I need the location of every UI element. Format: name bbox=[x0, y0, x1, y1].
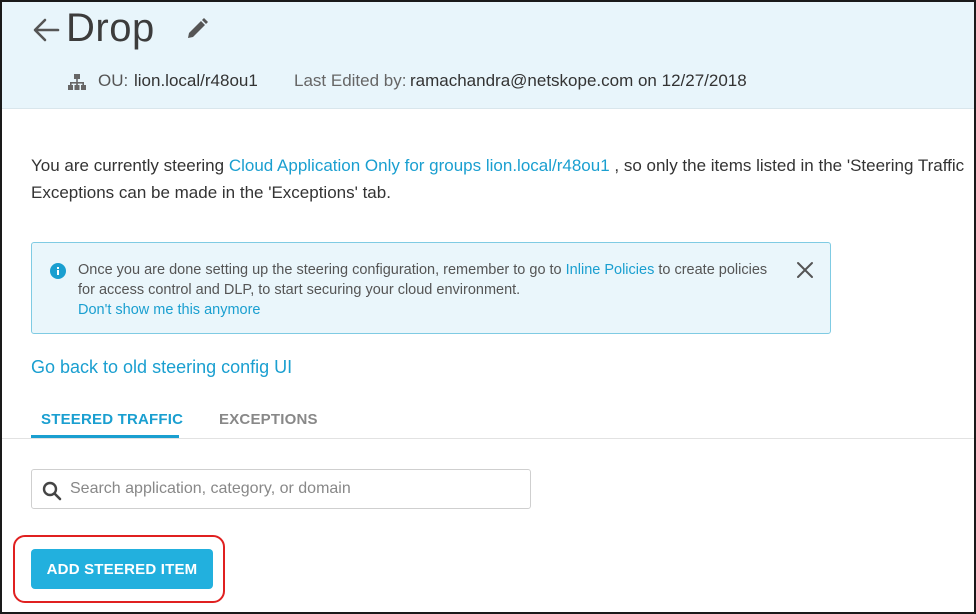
tab-steered-traffic[interactable]: STEERED TRAFFIC bbox=[41, 411, 183, 428]
add-steered-item-button[interactable]: ADD STEERED ITEM bbox=[31, 549, 213, 589]
info-banner: Once you are done setting up the steerin… bbox=[31, 242, 831, 334]
ou-value: lion.local/r48ou1 bbox=[134, 71, 258, 90]
old-steering-ui-link[interactable]: Go back to old steering config UI bbox=[31, 357, 292, 378]
intro-prefix: You are currently steering bbox=[31, 156, 229, 175]
pencil-icon[interactable] bbox=[184, 16, 210, 42]
search-box bbox=[31, 469, 531, 509]
last-edited-label: Last Edited by: bbox=[294, 71, 407, 90]
inline-policies-link[interactable]: Inline Policies bbox=[566, 262, 655, 278]
search-input[interactable] bbox=[70, 470, 520, 508]
dismiss-link[interactable]: Don't show me this anymore bbox=[78, 300, 767, 320]
tab-exceptions[interactable]: EXCEPTIONS bbox=[219, 411, 318, 428]
info-icon bbox=[50, 263, 66, 279]
back-arrow-icon[interactable] bbox=[30, 14, 62, 46]
org-tree-icon bbox=[68, 73, 86, 91]
page-header: Drop OU: lion.local/r48ou1 Last Edited b… bbox=[2, 2, 974, 109]
page-title: Drop bbox=[66, 6, 155, 50]
app-frame: Drop OU: lion.local/r48ou1 Last Edited b… bbox=[0, 0, 976, 614]
info-text: Once you are done setting up the steerin… bbox=[78, 260, 767, 320]
steering-intro: You are currently steering Cloud Applica… bbox=[31, 152, 964, 206]
intro-line-1: You are currently steering Cloud Applica… bbox=[31, 152, 964, 179]
steering-mode-link[interactable]: Cloud Application Only for groups lion.l… bbox=[229, 156, 610, 175]
info-line-1: Once you are done setting up the steerin… bbox=[78, 260, 767, 280]
last-edited-value: ramachandra@netskope.com on 12/27/2018 bbox=[410, 71, 747, 90]
intro-suffix: , so only the items listed in the 'Steer… bbox=[609, 156, 965, 175]
close-icon[interactable] bbox=[796, 261, 814, 279]
tab-bar: STEERED TRAFFIC EXCEPTIONS bbox=[2, 399, 974, 439]
ou-label: OU: bbox=[98, 71, 129, 90]
info-suffix: to create policies bbox=[654, 262, 768, 278]
search-icon bbox=[42, 481, 62, 501]
info-line-2: for access control and DLP, to start sec… bbox=[78, 282, 521, 298]
info-prefix: Once you are done setting up the steerin… bbox=[78, 262, 566, 278]
active-tab-indicator bbox=[31, 435, 179, 438]
intro-line-2: Exceptions can be made in the 'Exception… bbox=[31, 183, 391, 202]
